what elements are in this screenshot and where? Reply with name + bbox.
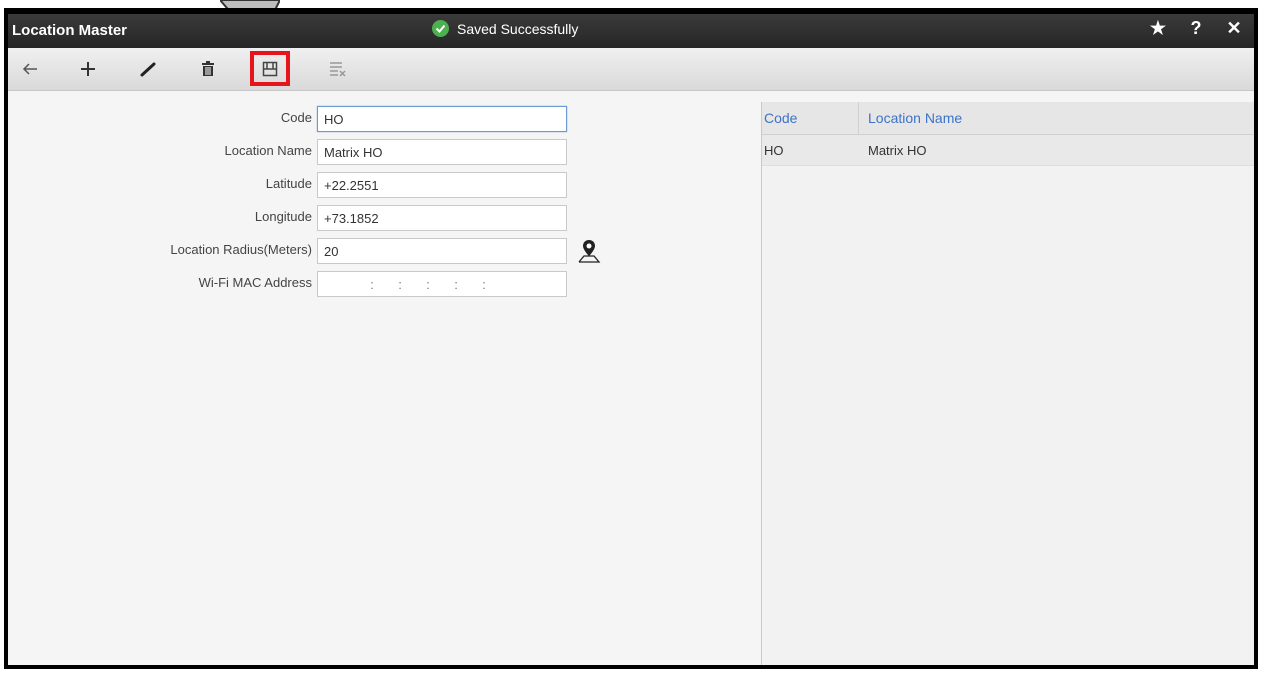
grid-header: Code Location Name [762, 102, 1254, 135]
longitude-label: Longitude [254, 209, 312, 224]
column-divider [858, 102, 859, 134]
longitude-input[interactable]: +73.1852 [317, 205, 567, 231]
radius-input[interactable]: 20 [317, 238, 567, 264]
mac-address-input[interactable]: ::::: [317, 271, 567, 297]
mac-label: Wi-Fi MAC Address [198, 275, 312, 290]
delete-icon[interactable] [194, 56, 222, 82]
longitude-row: Longitude +73.1852 [8, 205, 608, 231]
mac-separator: : [398, 277, 402, 292]
table-row[interactable]: HO Matrix HO [762, 135, 1254, 166]
clear-icon[interactable] [324, 56, 352, 82]
code-label: Code [280, 110, 312, 125]
latitude-input[interactable]: +22.2551 [317, 172, 567, 198]
location-name-row: Location Name Matrix HO [8, 139, 608, 165]
mac-separator: : [370, 277, 374, 292]
success-check-icon [432, 20, 449, 37]
status-text: Saved Successfully [457, 20, 579, 37]
map-pin-icon[interactable] [576, 238, 602, 264]
toolbar [8, 48, 1254, 91]
title-bar: Location Master Saved Successfully ★ ? ✕ [8, 14, 1254, 48]
mac-separator: : [454, 277, 458, 292]
close-icon[interactable]: ✕ [1222, 18, 1246, 39]
column-header-location-name[interactable]: Location Name [868, 110, 962, 126]
mac-separator: : [426, 277, 430, 292]
favorite-star-icon[interactable]: ★ [1146, 18, 1170, 39]
location-name-input[interactable]: Matrix HO [317, 139, 567, 165]
locations-grid: Code Location Name HO Matrix HO [761, 102, 1254, 665]
back-icon[interactable] [16, 56, 44, 82]
edit-icon[interactable] [134, 56, 162, 82]
code-row: Code HO [8, 106, 608, 132]
save-highlight-box [250, 51, 290, 86]
mac-separator: : [482, 277, 486, 292]
help-icon[interactable]: ? [1184, 18, 1208, 39]
save-status: Saved Successfully [432, 20, 578, 37]
column-header-code[interactable]: Code [764, 110, 797, 126]
location-name-label: Location Name [224, 143, 312, 158]
code-input[interactable]: HO [317, 106, 567, 132]
radius-row: Location Radius(Meters) 20 [8, 238, 608, 264]
latitude-row: Latitude +22.2551 [8, 172, 608, 198]
cell-code: HO [764, 143, 784, 158]
location-form: Code HO Location Name Matrix HO Latitude… [8, 91, 760, 665]
mac-row: Wi-Fi MAC Address ::::: [8, 271, 608, 297]
radius-label: Location Radius(Meters) [170, 242, 312, 257]
location-master-window: Location Master Saved Successfully ★ ? ✕ [4, 8, 1258, 669]
add-icon[interactable] [74, 56, 102, 82]
cell-location-name: Matrix HO [868, 143, 927, 158]
window-title: Location Master [12, 22, 128, 39]
latitude-label: Latitude [265, 176, 312, 191]
